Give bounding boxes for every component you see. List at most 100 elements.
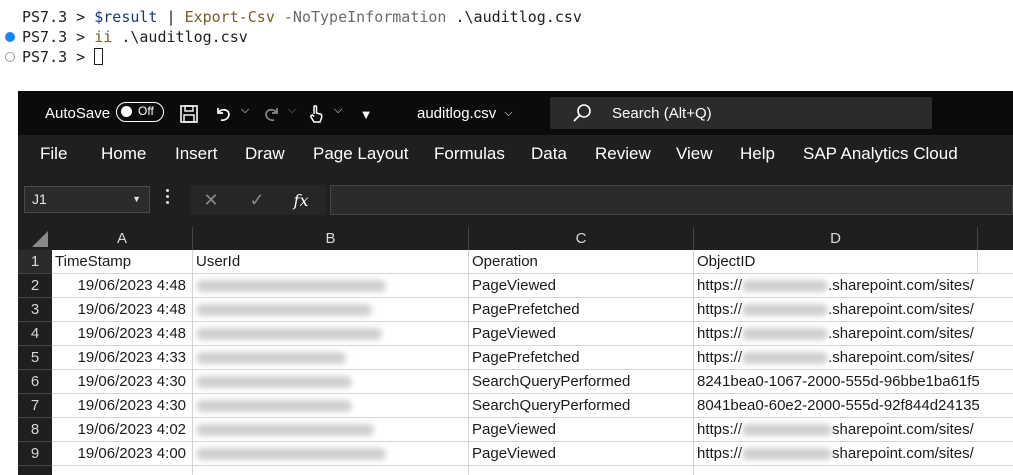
header-cell-operation[interactable]: Operation [469, 250, 694, 274]
cell-operation[interactable]: PageViewed [469, 442, 694, 466]
row-header[interactable]: 2 [18, 274, 52, 298]
customize-toolbar-icon[interactable]: ▼ [355, 103, 377, 125]
tab-sap-analytics-cloud[interactable]: SAP Analytics Cloud [803, 135, 958, 175]
row-header[interactable]: 1 [18, 250, 52, 274]
undo-dropdown-chevron-icon[interactable]: ⌵ [241, 104, 249, 117]
undo-icon[interactable] [212, 103, 234, 125]
cell-timestamp[interactable]: 19/06/2023 4:02 [52, 418, 193, 442]
title-bar: AutoSave Off ⌵ ⌵ ⌵ ▼ auditlog.csv ⌵ Sear… [18, 91, 1013, 135]
cell-userid-redacted[interactable] [193, 274, 469, 298]
tab-help[interactable]: Help [740, 135, 775, 175]
row-header[interactable]: 8 [18, 418, 52, 442]
cell-timestamp[interactable]: 19/06/2023 4:48 [52, 274, 193, 298]
column-header-a[interactable]: A [52, 227, 193, 250]
terminal-command: Export-Csv [184, 8, 275, 26]
terminal-panel[interactable]: PS7.3 > $result | Export-Csv -NoTypeInfo… [0, 0, 1013, 80]
cell-operation[interactable]: PagePrefetched [469, 346, 694, 370]
tab-review[interactable]: Review [595, 135, 651, 175]
cell-operation[interactable]: PageViewed [469, 322, 694, 346]
tab-insert[interactable]: Insert [175, 135, 218, 175]
terminal-cursor [94, 48, 104, 65]
cell-timestamp[interactable]: 19/06/2023 4:30 [52, 394, 193, 418]
cell-userid-redacted[interactable] [193, 442, 469, 466]
column-header-d[interactable]: D [694, 227, 978, 250]
redo-dropdown-chevron-icon[interactable]: ⌵ [288, 104, 296, 117]
empty-cell[interactable] [52, 466, 193, 475]
terminal-input-line[interactable]: PS7.3 > [22, 47, 104, 67]
cell-timestamp[interactable]: 19/06/2023 4:48 [52, 298, 193, 322]
tab-formulas[interactable]: Formulas [434, 135, 505, 175]
terminal-line: PS7.3 > $result | Export-Csv -NoTypeInfo… [22, 7, 582, 27]
cell-objectid[interactable]: https://.sharepoint.com/sites/ [694, 322, 1013, 346]
enter-check-icon[interactable]: ✓ [246, 189, 268, 211]
cell-objectid[interactable]: https://.sharepoint.com/sites/ [694, 346, 1013, 370]
cell-operation[interactable]: SearchQueryPerformed [469, 370, 694, 394]
autosave-toggle[interactable]: Off [116, 102, 164, 122]
file-name[interactable]: auditlog.csv ⌵ [417, 91, 513, 135]
name-box-value: J1 [32, 191, 47, 207]
header-cell-timestamp[interactable]: TimeStamp [52, 250, 193, 274]
tab-draw[interactable]: Draw [245, 135, 285, 175]
row-header[interactable]: 5 [18, 346, 52, 370]
cell-objectid[interactable]: https://.sharepoint.com/sites/ [694, 298, 1013, 322]
row-header[interactable]: 9 [18, 442, 52, 466]
row-header[interactable]: 7 [18, 394, 52, 418]
terminal-pipe: | [157, 8, 185, 26]
cell-objectid[interactable]: 8241bea0-1067-2000-555d-96bbe1ba61f5 [694, 370, 1013, 394]
cell-objectid[interactable]: https://.sharepoint.com/sites/ [694, 274, 1013, 298]
row-header[interactable]: 3 [18, 298, 52, 322]
cell-timestamp[interactable]: 19/06/2023 4:30 [52, 370, 193, 394]
cell-userid-redacted[interactable] [193, 346, 469, 370]
autosave-state: Off [138, 104, 154, 118]
formula-input[interactable] [330, 185, 1013, 215]
cells-area[interactable]: TimeStamp UserId Operation ObjectID 19/0… [52, 250, 1013, 475]
cell-operation[interactable]: PageViewed [469, 418, 694, 442]
header-cell-userid[interactable]: UserId [193, 250, 469, 274]
name-box-dropdown-icon[interactable]: ▼ [132, 187, 141, 212]
search-box[interactable]: Search (Alt+Q) [550, 97, 932, 129]
cell-operation[interactable]: SearchQueryPerformed [469, 394, 694, 418]
insert-function-icon[interactable]: fx [290, 189, 312, 211]
tab-page-layout[interactable]: Page Layout [313, 135, 408, 175]
cell-timestamp[interactable]: 19/06/2023 4:00 [52, 442, 193, 466]
formula-buttons: ✕ ✓ fx [190, 185, 326, 215]
tab-file[interactable]: File [40, 135, 67, 175]
cell-userid-redacted[interactable] [193, 418, 469, 442]
empty-cell[interactable] [978, 250, 1013, 274]
empty-cell[interactable] [469, 466, 694, 475]
tab-view[interactable]: View [676, 135, 713, 175]
cell-objectid[interactable]: https://sharepoint.com/sites/ [694, 418, 1013, 442]
name-box[interactable]: J1 ▼ [24, 186, 150, 213]
cell-userid-redacted[interactable] [193, 370, 469, 394]
tab-home[interactable]: Home [101, 135, 146, 175]
cell-operation[interactable]: PageViewed [469, 274, 694, 298]
file-name-label: auditlog.csv [417, 104, 497, 122]
terminal-argument: .\auditlog.csv [446, 8, 582, 26]
column-header-c[interactable]: C [469, 227, 694, 250]
touch-mode-chevron-icon[interactable]: ⌵ [334, 104, 342, 117]
cell-objectid[interactable]: 8041bea0-60e2-2000-555d-92f844d24135 [694, 394, 1013, 418]
cell-userid-redacted[interactable] [193, 298, 469, 322]
save-icon[interactable] [178, 103, 200, 125]
row-header[interactable]: 6 [18, 370, 52, 394]
column-header-b[interactable]: B [193, 227, 469, 250]
redo-icon[interactable] [261, 103, 283, 125]
excel-window: AutoSave Off ⌵ ⌵ ⌵ ▼ auditlog.csv ⌵ Sear… [18, 91, 1013, 475]
tab-data[interactable]: Data [531, 135, 567, 175]
cell-timestamp[interactable]: 19/06/2023 4:48 [52, 322, 193, 346]
header-cell-objectid[interactable]: ObjectID [694, 250, 978, 274]
cell-userid-redacted[interactable] [193, 322, 469, 346]
cell-objectid[interactable]: https://sharepoint.com/sites/ [694, 442, 1013, 466]
empty-cell[interactable] [694, 466, 1013, 475]
cell-userid-redacted[interactable] [193, 394, 469, 418]
empty-cell[interactable] [193, 466, 469, 475]
more-options-icon[interactable] [166, 189, 170, 209]
touch-mode-icon[interactable] [305, 103, 327, 125]
terminal-command: ii [94, 28, 113, 46]
search-icon [572, 103, 596, 123]
select-all-corner[interactable] [24, 227, 52, 250]
cancel-icon[interactable]: ✕ [200, 189, 222, 211]
cell-operation[interactable]: PagePrefetched [469, 298, 694, 322]
cell-timestamp[interactable]: 19/06/2023 4:33 [52, 346, 193, 370]
row-header[interactable]: 4 [18, 322, 52, 346]
